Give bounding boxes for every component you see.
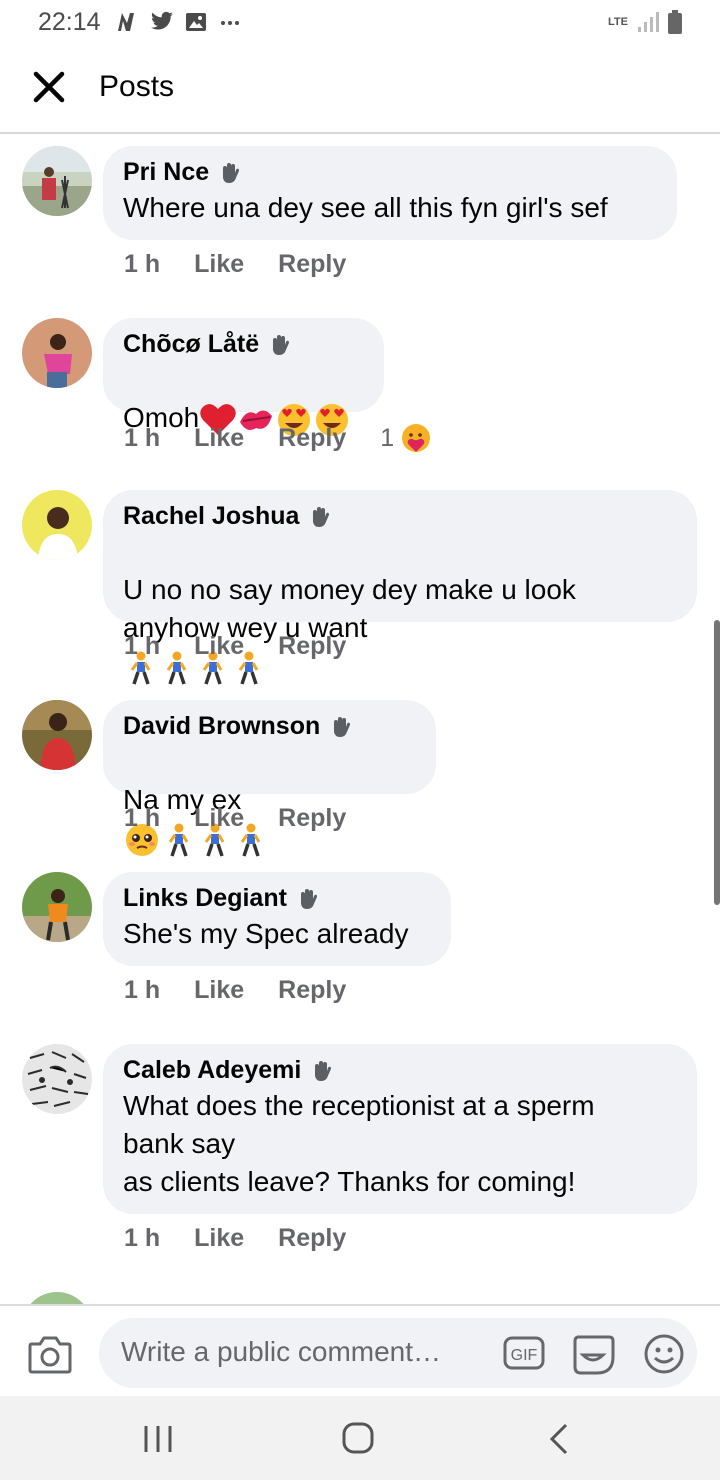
wave-badge-icon [273, 334, 290, 355]
comment-actions: 1 h Like Reply [124, 250, 380, 279]
status-bar: 22:14 LTE [0, 0, 720, 44]
comment-author-row: Rachel Joshua [123, 502, 677, 531]
news-app-icon [118, 13, 134, 31]
comment-actions: 1 h Like Reply [124, 632, 380, 661]
reply-button[interactable]: Reply [278, 804, 346, 833]
status-time: 22:14 [38, 8, 101, 36]
scrollbar[interactable] [714, 620, 720, 905]
comment-author[interactable]: Rachel Joshua [123, 502, 299, 531]
emoji-icon[interactable] [643, 1333, 685, 1375]
comment-bubble[interactable]: David Brownson Na my ex [103, 700, 436, 857]
page-title: Posts [99, 70, 175, 103]
reply-button[interactable]: Reply [278, 632, 346, 661]
comment-author[interactable]: Pri Nce [123, 158, 209, 187]
like-button[interactable]: Like [194, 250, 244, 279]
comment-time[interactable]: 1 h [124, 804, 160, 833]
comment-input[interactable]: Write a public comment… GIF [99, 1318, 697, 1388]
comment-text-row: Na my ex [123, 743, 416, 858]
back-icon[interactable] [540, 1422, 580, 1456]
comment-actions: 1 h Like Reply 1 [124, 422, 432, 454]
top-header: Posts [0, 44, 720, 134]
close-icon[interactable] [28, 66, 70, 108]
comment-composer: Write a public comment… GIF [0, 1304, 720, 1398]
comment-actions: 1 h Like Reply [124, 976, 380, 1005]
gif-icon[interactable]: GIF [503, 1336, 545, 1370]
avatar[interactable] [22, 318, 92, 388]
like-button[interactable]: Like [194, 804, 244, 833]
like-button[interactable]: Like [194, 632, 244, 661]
network-type: LTE [608, 16, 628, 28]
comment-author-row: David Brownson [123, 712, 416, 741]
like-button[interactable]: Like [194, 976, 244, 1005]
avatar[interactable] [22, 1044, 92, 1114]
comment-text: She's my Spec already [123, 918, 409, 949]
like-button[interactable]: Like [194, 424, 244, 453]
comment-bubble[interactable]: Chõcø Låtë Omoh [103, 318, 384, 436]
gallery-icon [186, 13, 206, 31]
avatar[interactable] [22, 700, 92, 770]
comment-author-row: Pri Nce [123, 158, 657, 187]
care-reaction-icon[interactable] [400, 422, 432, 454]
avatar[interactable] [22, 1292, 92, 1304]
avatar[interactable] [22, 490, 92, 560]
wave-badge-icon [223, 162, 240, 183]
comment-time[interactable]: 1 h [124, 250, 160, 279]
gif-label: GIF [511, 1347, 538, 1364]
wave-badge-icon [334, 716, 351, 737]
like-button[interactable]: Like [194, 1224, 244, 1253]
camera-icon[interactable] [28, 1334, 72, 1374]
wave-badge-icon [313, 506, 330, 527]
wave-badge-icon [315, 1060, 332, 1081]
more-notifications-icon [221, 21, 239, 25]
reply-button[interactable]: Reply [278, 1224, 346, 1253]
battery-icon [668, 10, 682, 34]
comment-text: What does the receptionist at a sperm ba… [123, 1090, 595, 1197]
comment-author[interactable]: David Brownson [123, 712, 320, 741]
comment-time[interactable]: 1 h [124, 424, 160, 453]
comment-time[interactable]: 1 h [124, 632, 160, 661]
comment-input-placeholder: Write a public comment… [121, 1336, 442, 1367]
reaction-count[interactable]: 1 [380, 424, 394, 453]
comment-bubble[interactable]: Caleb Adeyemi What does the receptionist… [103, 1044, 697, 1214]
comment-author[interactable]: Links Degiant [123, 884, 287, 913]
system-nav-bar [0, 1396, 720, 1480]
comment-time[interactable]: 1 h [124, 1224, 160, 1253]
reply-button[interactable]: Reply [278, 424, 346, 453]
comment-author[interactable]: Chõcø Låtë [123, 330, 259, 359]
recent-apps-icon[interactable] [138, 1422, 178, 1456]
home-icon[interactable] [338, 1422, 378, 1456]
avatar[interactable] [22, 146, 92, 216]
comment-author[interactable]: Caleb Adeyemi [123, 1056, 301, 1085]
reply-button[interactable]: Reply [278, 250, 346, 279]
comment-time[interactable]: 1 h [124, 976, 160, 1005]
reply-button[interactable]: Reply [278, 976, 346, 1005]
signal-icon [638, 12, 659, 32]
sticker-icon[interactable] [571, 1333, 615, 1375]
comment-text-row: U no no say money dey make u look anyhow… [123, 533, 677, 686]
twitter-icon [151, 11, 173, 30]
comment-author-row: Links Degiant [123, 884, 431, 913]
comments-list[interactable]: Pri Nce Where una dey see all this fyn g… [0, 134, 720, 1304]
comment-author-row: Caleb Adeyemi [123, 1056, 677, 1085]
comment-text: Where una dey see all this fyn girl's se… [123, 192, 608, 223]
comment-author-row: Chõcø Låtë [123, 330, 364, 359]
comment-bubble[interactable]: Pri Nce Where una dey see all this fyn g… [103, 146, 677, 240]
comment-bubble[interactable]: Rachel Joshua U no no say money dey make… [103, 490, 697, 685]
wave-badge-icon [300, 888, 317, 909]
avatar[interactable] [22, 872, 92, 942]
comment-actions: 1 h Like Reply [124, 1224, 380, 1253]
comment-bubble[interactable]: Links Degiant She's my Spec already [103, 872, 451, 966]
comment-actions: 1 h Like Reply [124, 804, 380, 833]
